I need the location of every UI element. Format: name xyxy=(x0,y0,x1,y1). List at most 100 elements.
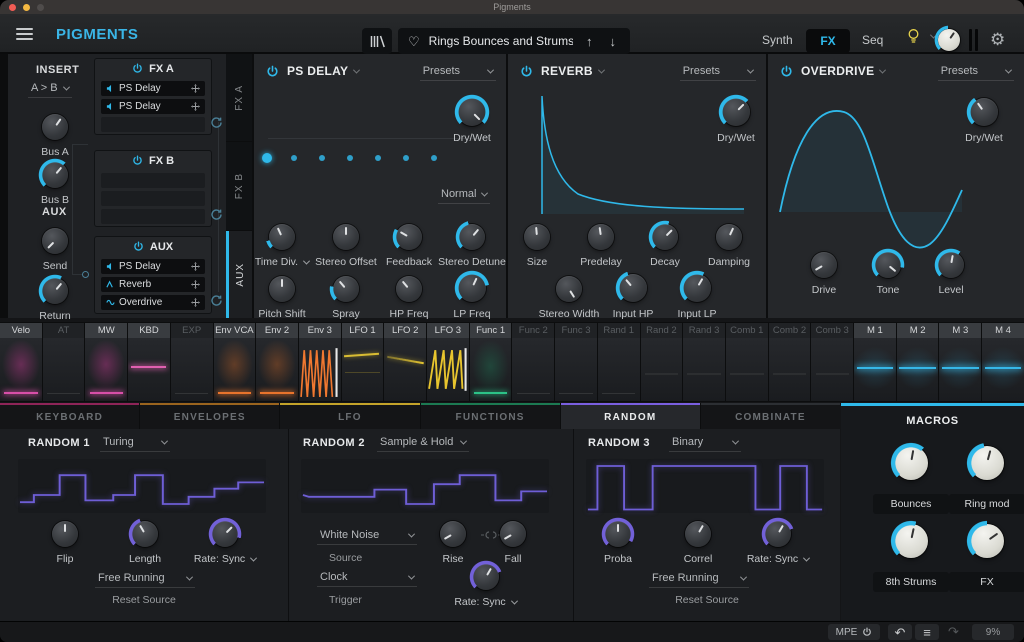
delay-tap-dot[interactable] xyxy=(403,155,409,161)
delay-tap-dot[interactable] xyxy=(347,155,353,161)
mod-tile-mw[interactable]: MW xyxy=(85,323,127,401)
damping-knob[interactable] xyxy=(716,224,742,250)
random-2-rate-knob[interactable] xyxy=(473,564,499,590)
fx-a-slot-1[interactable]: PS Delay xyxy=(101,81,205,96)
settings-gear-icon[interactable]: ⚙ xyxy=(990,29,1005,51)
length-knob[interactable] xyxy=(132,521,158,547)
random-1-mode-dropdown[interactable]: Turing xyxy=(100,436,170,452)
fx-a-slot-2[interactable]: PS Delay xyxy=(101,99,205,114)
master-volume-knob[interactable] xyxy=(938,29,960,51)
rise-knob[interactable] xyxy=(440,521,466,547)
main-menu-icon[interactable] xyxy=(16,28,33,40)
random-3-rate-knob[interactable] xyxy=(765,521,791,547)
move-icon[interactable] xyxy=(191,298,200,307)
mpe-button[interactable]: MPE xyxy=(828,624,880,640)
preset-selector[interactable]: ♡ Rings Bounces and Strums ↑ ↓ xyxy=(398,28,630,54)
mod-tile-m2[interactable]: M 2 xyxy=(897,323,939,401)
aux-slot-2[interactable]: Reverb xyxy=(101,277,205,292)
cpu-meter[interactable]: 9% xyxy=(972,624,1014,640)
tab-combinate[interactable]: COMBINATE xyxy=(701,403,840,429)
mod-tile-func-3[interactable]: Func 3 xyxy=(555,323,597,401)
time-div-label[interactable]: Time Div. xyxy=(255,256,309,268)
random-2-source-dropdown[interactable]: White Noise xyxy=(317,529,417,545)
hp-freq-knob[interactable] xyxy=(396,276,422,302)
fx-b-slot-1[interactable] xyxy=(101,173,205,188)
mod-tile-rand-1[interactable]: Rand 1 xyxy=(598,323,640,401)
macro-1-knob[interactable] xyxy=(894,446,928,480)
stereo-width-knob[interactable] xyxy=(556,276,582,302)
macro-4-label[interactable]: FX xyxy=(949,572,1024,592)
fx-a-slot-3[interactable] xyxy=(101,117,205,132)
rack-tab-fx-a[interactable]: FX A xyxy=(226,54,252,141)
delay-tap-dot[interactable] xyxy=(375,155,381,161)
mod-tile-m3[interactable]: M 3 xyxy=(939,323,981,401)
rack-tab-aux[interactable]: AUX xyxy=(226,231,252,318)
random-1-reset-dropdown[interactable]: Free Running xyxy=(95,572,195,588)
ps-delay-drywet-knob[interactable] xyxy=(458,98,486,126)
fall-knob[interactable] xyxy=(500,521,526,547)
size-knob[interactable] xyxy=(524,224,550,250)
time-div-knob[interactable] xyxy=(269,224,295,250)
reverb-drywet-knob[interactable] xyxy=(722,98,750,126)
macro-4-knob[interactable] xyxy=(970,524,1004,558)
macro-1-label[interactable]: Bounces xyxy=(873,494,949,514)
aux-return-knob[interactable] xyxy=(42,278,68,304)
preset-browser-button[interactable] xyxy=(362,28,392,54)
ps-delay-power-icon[interactable] xyxy=(266,65,279,78)
mod-tile-rand-2[interactable]: Rand 2 xyxy=(641,323,683,401)
overdrive-power-icon[interactable] xyxy=(780,65,793,78)
random-3-rate-label[interactable]: Rate: Sync xyxy=(747,553,809,565)
proba-knob[interactable] xyxy=(605,521,631,547)
overdrive-presets-dropdown[interactable]: Presets xyxy=(938,65,1014,81)
flip-knob[interactable] xyxy=(52,521,78,547)
level-knob[interactable] xyxy=(938,252,964,278)
predelay-knob[interactable] xyxy=(588,224,614,250)
overdrive-title[interactable]: OVERDRIVE xyxy=(801,64,885,78)
reverb-power-icon[interactable] xyxy=(520,65,533,78)
macro-2-knob[interactable] xyxy=(970,446,1004,480)
tone-knob[interactable] xyxy=(875,252,901,278)
input-lp-knob[interactable] xyxy=(683,274,711,302)
previous-preset-button[interactable]: ↑ xyxy=(582,34,597,49)
pitch-shift-knob[interactable] xyxy=(269,276,295,302)
mod-tile-comb-3[interactable]: Comb 3 xyxy=(811,323,853,401)
undo-button[interactable]: ↶ xyxy=(888,624,912,640)
delay-tap-dot[interactable] xyxy=(291,155,297,161)
tab-fx[interactable]: FX xyxy=(806,29,850,53)
drive-knob[interactable] xyxy=(811,252,837,278)
minimize-window-button[interactable] xyxy=(23,4,30,11)
mod-tile-at[interactable]: AT xyxy=(43,323,85,401)
reverb-presets-dropdown[interactable]: Presets xyxy=(680,65,756,81)
mod-tile-exp[interactable]: EXP xyxy=(171,323,213,401)
mod-tile-env-3[interactable]: Env 3 xyxy=(299,323,341,401)
fx-b-power-icon[interactable] xyxy=(132,155,143,166)
close-window-button[interactable] xyxy=(9,4,16,11)
random-2-mode-dropdown[interactable]: Sample & Hold xyxy=(377,436,469,452)
fx-b-slot-3[interactable] xyxy=(101,209,205,224)
random-3-reset-dropdown[interactable]: Free Running xyxy=(649,572,749,588)
mod-tile-m4[interactable]: M 4 xyxy=(982,323,1024,401)
delay-tap-dot[interactable] xyxy=(319,155,325,161)
correl-knob[interactable] xyxy=(685,521,711,547)
fx-b-slot-2[interactable] xyxy=(101,191,205,206)
random-3-mode-dropdown[interactable]: Binary xyxy=(669,436,741,452)
lp-freq-knob[interactable] xyxy=(458,274,486,302)
mod-tile-lfo-1[interactable]: LFO 1 xyxy=(342,323,384,401)
mod-tile-kbd[interactable]: KBD xyxy=(128,323,170,401)
feedback-knob[interactable] xyxy=(396,224,422,250)
mod-tile-env-vca[interactable]: Env VCA xyxy=(214,323,256,401)
next-preset-button[interactable]: ↓ xyxy=(606,34,621,49)
aux-slot-1[interactable]: PS Delay xyxy=(101,259,205,274)
mod-tile-rand-3[interactable]: Rand 3 xyxy=(683,323,725,401)
redo-icon[interactable]: ↷ xyxy=(948,625,959,638)
favorite-icon[interactable]: ♡ xyxy=(408,35,420,48)
mod-tile-env-2[interactable]: Env 2 xyxy=(256,323,298,401)
fx-a-cycle-icon[interactable] xyxy=(210,116,223,129)
tab-synth[interactable]: Synth xyxy=(762,33,793,47)
random-1-rate-label[interactable]: Rate: Sync xyxy=(194,553,256,565)
tab-keyboard[interactable]: KEYBOARD xyxy=(0,403,139,429)
move-icon[interactable] xyxy=(191,262,200,271)
input-hp-knob[interactable] xyxy=(619,274,647,302)
routing-mode-dropdown[interactable]: A > B xyxy=(28,82,72,98)
history-button[interactable]: ≡ xyxy=(915,624,939,640)
